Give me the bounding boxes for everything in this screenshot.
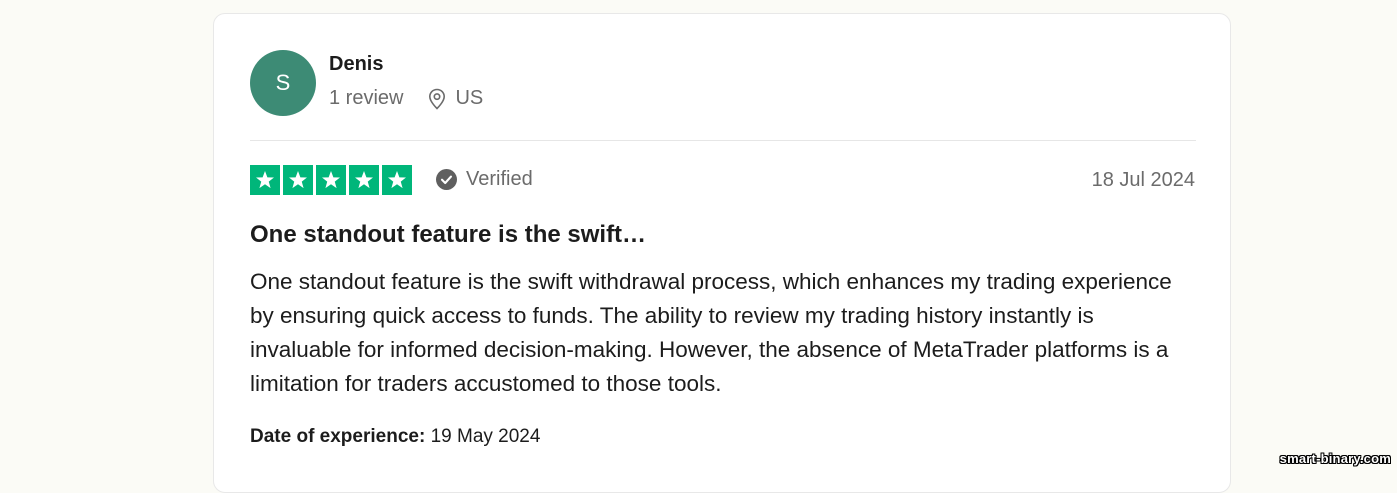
star-icon — [382, 165, 412, 195]
star-icon — [349, 165, 379, 195]
review-date: 18 Jul 2024 — [1091, 169, 1195, 191]
reviewer-meta: 1 review US — [329, 87, 483, 110]
star-icon — [250, 165, 280, 195]
check-circle-icon — [436, 169, 457, 190]
avatar[interactable]: S — [250, 50, 316, 116]
reviewer-country: US — [455, 87, 484, 109]
verified-badge[interactable]: Verified — [436, 168, 533, 191]
review-title[interactable]: One standout feature is the swift… — [250, 221, 646, 249]
reviewer-name[interactable]: Denis — [329, 53, 383, 76]
review-count: 1 review — [329, 87, 404, 109]
divider — [250, 140, 1196, 141]
star-icon — [316, 165, 346, 195]
experience-label: Date of experience: — [250, 426, 426, 447]
date-of-experience: Date of experience: 19 May 2024 — [250, 426, 540, 448]
review-body: One standout feature is the swift withdr… — [250, 269, 1172, 396]
verified-label: Verified — [466, 168, 533, 190]
star-icon — [283, 165, 313, 195]
avatar-initial: S — [275, 70, 291, 95]
experience-date: 19 May 2024 — [430, 426, 541, 447]
star-rating — [250, 165, 412, 195]
review-card: S Denis 1 review US Verified 18 Jul 2024… — [213, 13, 1231, 493]
watermark: smart-binary.com — [1279, 451, 1391, 466]
map-pin-icon — [428, 88, 446, 110]
